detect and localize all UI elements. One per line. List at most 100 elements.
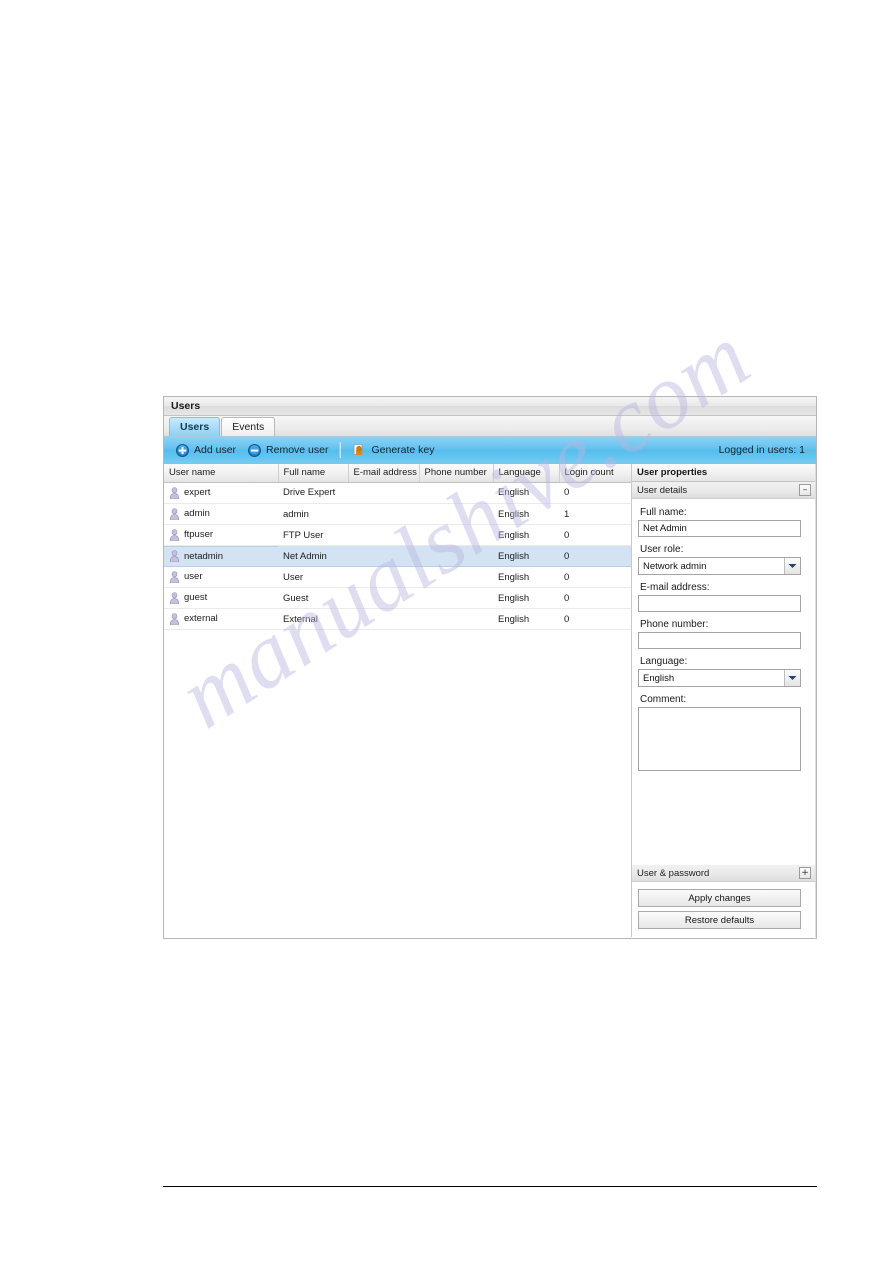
language-select[interactable]: English — [638, 669, 801, 687]
expand-plus-icon[interactable]: + — [799, 867, 811, 879]
person-icon — [169, 570, 180, 583]
user-name-text: netadmin — [184, 550, 224, 562]
user-name-text: guest — [184, 592, 208, 603]
cell-full-name: Drive Expert — [278, 482, 348, 504]
user-password-section-label: User & password — [637, 867, 710, 879]
cell-user-name: admin — [164, 504, 278, 525]
table-row[interactable]: expert Drive Expert English 0 — [164, 482, 631, 504]
cell-user-name: expert — [164, 483, 278, 504]
tab-events[interactable]: Events — [221, 417, 276, 436]
user-role-select[interactable]: Network admin — [638, 557, 801, 575]
cell-full-name: admin — [278, 503, 348, 525]
tabstrip: Users Events — [164, 416, 816, 437]
users-table-body: expert Drive Expert English 0 admin admin Engl… — [164, 482, 631, 630]
column-header-phone[interactable]: Phone number — [419, 464, 494, 483]
cell-phone — [419, 503, 493, 525]
tab-users[interactable]: Users — [169, 417, 221, 436]
cell-login-count: 0 — [559, 608, 631, 630]
key-icon — [352, 443, 366, 457]
email-address-label: E-mail address: — [640, 582, 710, 593]
cell-login-count: 0 — [559, 545, 631, 567]
form-spacer — [632, 821, 815, 865]
user-details-form: Full name: Net Admin User role: Network … — [632, 499, 815, 821]
apply-changes-button[interactable]: Apply changes — [638, 889, 801, 907]
user-properties-header: User properties — [632, 464, 815, 482]
cell-language: English — [493, 587, 559, 609]
cell-email — [348, 503, 419, 525]
person-icon — [169, 591, 180, 604]
page-footer-rule — [163, 1186, 817, 1187]
cell-language: English — [493, 545, 559, 567]
phone-number-field[interactable] — [638, 632, 801, 649]
full-name-label: Full name: — [640, 507, 687, 518]
user-details-section-label: User details — [637, 484, 688, 496]
users-table: User name Full name E-mail address Phone… — [164, 464, 631, 630]
table-row[interactable]: admin admin English 1 — [164, 503, 631, 525]
users-application-window: Users Users Events Add user Remove user … — [163, 396, 817, 939]
generate-key-label: Generate key — [371, 444, 435, 456]
user-name-text: admin — [184, 508, 210, 519]
person-icon — [169, 507, 180, 520]
language-value: English — [643, 672, 675, 684]
phone-number-label: Phone number: — [640, 619, 709, 630]
cell-language: English — [493, 566, 559, 588]
cell-full-name: External — [278, 608, 348, 630]
chevron-down-icon[interactable] — [784, 558, 800, 574]
cell-login-count: 1 — [559, 503, 631, 525]
column-header-language[interactable]: Language — [493, 464, 560, 483]
table-row[interactable]: ftpuser FTP User English 0 — [164, 524, 631, 546]
cell-full-name: FTP User — [278, 524, 348, 546]
table-row[interactable]: guest Guest English 0 — [164, 587, 631, 609]
users-toolbar: Add user Remove user Generate key Logged… — [164, 437, 816, 464]
cell-email — [348, 545, 419, 567]
remove-user-button[interactable]: Remove user — [242, 441, 334, 460]
plus-circle-icon — [176, 443, 189, 457]
column-header-email[interactable]: E-mail address — [348, 464, 420, 483]
page-title: Users — [171, 400, 201, 412]
user-details-section-bar[interactable]: User details – — [632, 482, 815, 499]
chevron-down-icon[interactable] — [784, 670, 800, 686]
cell-email — [348, 608, 419, 630]
column-header-full-name[interactable]: Full name — [278, 464, 349, 483]
tab-users-label: Users — [180, 421, 210, 433]
column-header-user-name[interactable]: User name — [164, 464, 279, 483]
user-name-text: ftpuser — [184, 529, 214, 540]
user-role-value: Network admin — [643, 560, 707, 572]
remove-user-label: Remove user — [266, 444, 329, 456]
table-row[interactable]: external External English 0 — [164, 608, 631, 630]
toolbar-separator — [339, 442, 342, 458]
cell-phone — [419, 482, 493, 504]
window-titlebar: Users — [164, 396, 816, 416]
person-icon — [169, 486, 180, 499]
add-user-button[interactable]: Add user — [170, 441, 242, 460]
properties-button-area: Apply changes Restore defaults — [632, 882, 815, 937]
person-icon — [169, 612, 180, 625]
cell-login-count: 0 — [559, 566, 631, 588]
cell-phone — [419, 587, 493, 609]
full-name-field[interactable]: Net Admin — [638, 520, 801, 537]
language-label: Language: — [640, 656, 688, 667]
collapse-minus-icon[interactable]: – — [799, 484, 811, 496]
cell-email — [348, 524, 419, 546]
person-icon — [169, 528, 180, 541]
user-role-label: User role: — [640, 544, 684, 555]
restore-defaults-button[interactable]: Restore defaults — [638, 911, 801, 929]
cell-language: English — [493, 524, 559, 546]
column-header-login-count[interactable]: Login count — [559, 464, 631, 483]
table-row[interactable]: netadmin Net Admin English 0 — [164, 545, 631, 567]
cell-language: English — [493, 482, 559, 504]
email-address-field[interactable] — [638, 595, 801, 612]
table-row[interactable]: user User English 0 — [164, 566, 631, 588]
cell-full-name: User — [278, 566, 348, 588]
cell-login-count: 0 — [559, 482, 631, 504]
generate-key-button[interactable]: Generate key — [346, 440, 440, 460]
user-name-text: expert — [184, 487, 211, 498]
cell-full-name: Net Admin — [278, 545, 348, 567]
user-password-section-bar[interactable]: User & password + — [632, 865, 815, 882]
cell-login-count: 0 — [559, 587, 631, 609]
comment-label: Comment: — [640, 694, 687, 705]
user-name-text: user — [184, 571, 203, 582]
comment-field[interactable] — [638, 707, 801, 771]
cell-email — [348, 566, 419, 588]
cell-phone — [419, 545, 493, 567]
